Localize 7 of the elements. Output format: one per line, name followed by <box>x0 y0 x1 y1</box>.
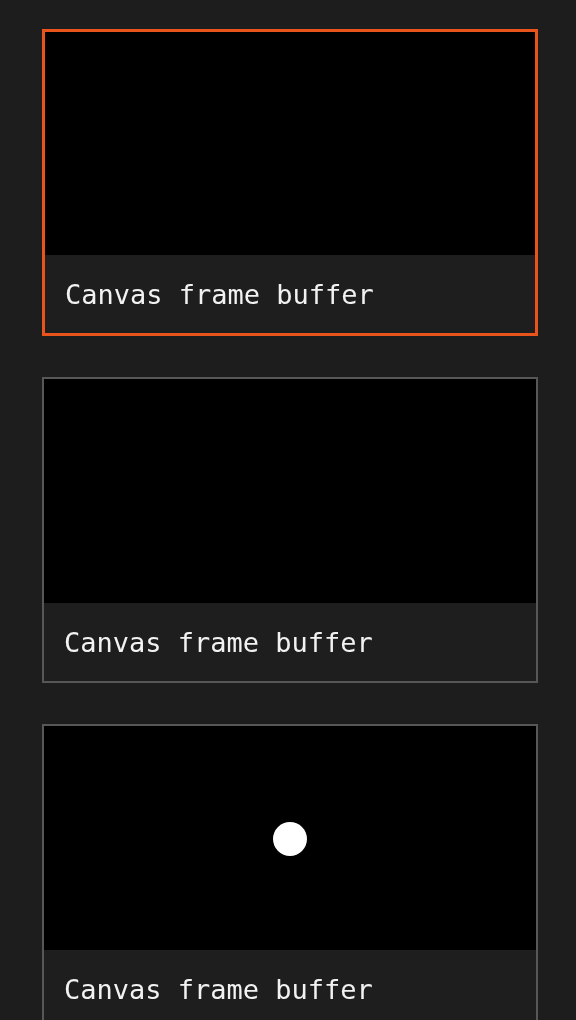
frame-card[interactable]: Canvas frame buffer <box>42 377 538 683</box>
frame-caption: Canvas frame buffer <box>64 277 375 312</box>
frame-caption: Canvas frame buffer <box>63 625 374 660</box>
frame-caption: Canvas frame buffer <box>63 972 374 1007</box>
frame-card[interactable]: Canvas frame buffer <box>42 724 538 1020</box>
frame-card[interactable]: Canvas frame buffer <box>42 29 538 336</box>
dot-shape <box>273 822 307 856</box>
